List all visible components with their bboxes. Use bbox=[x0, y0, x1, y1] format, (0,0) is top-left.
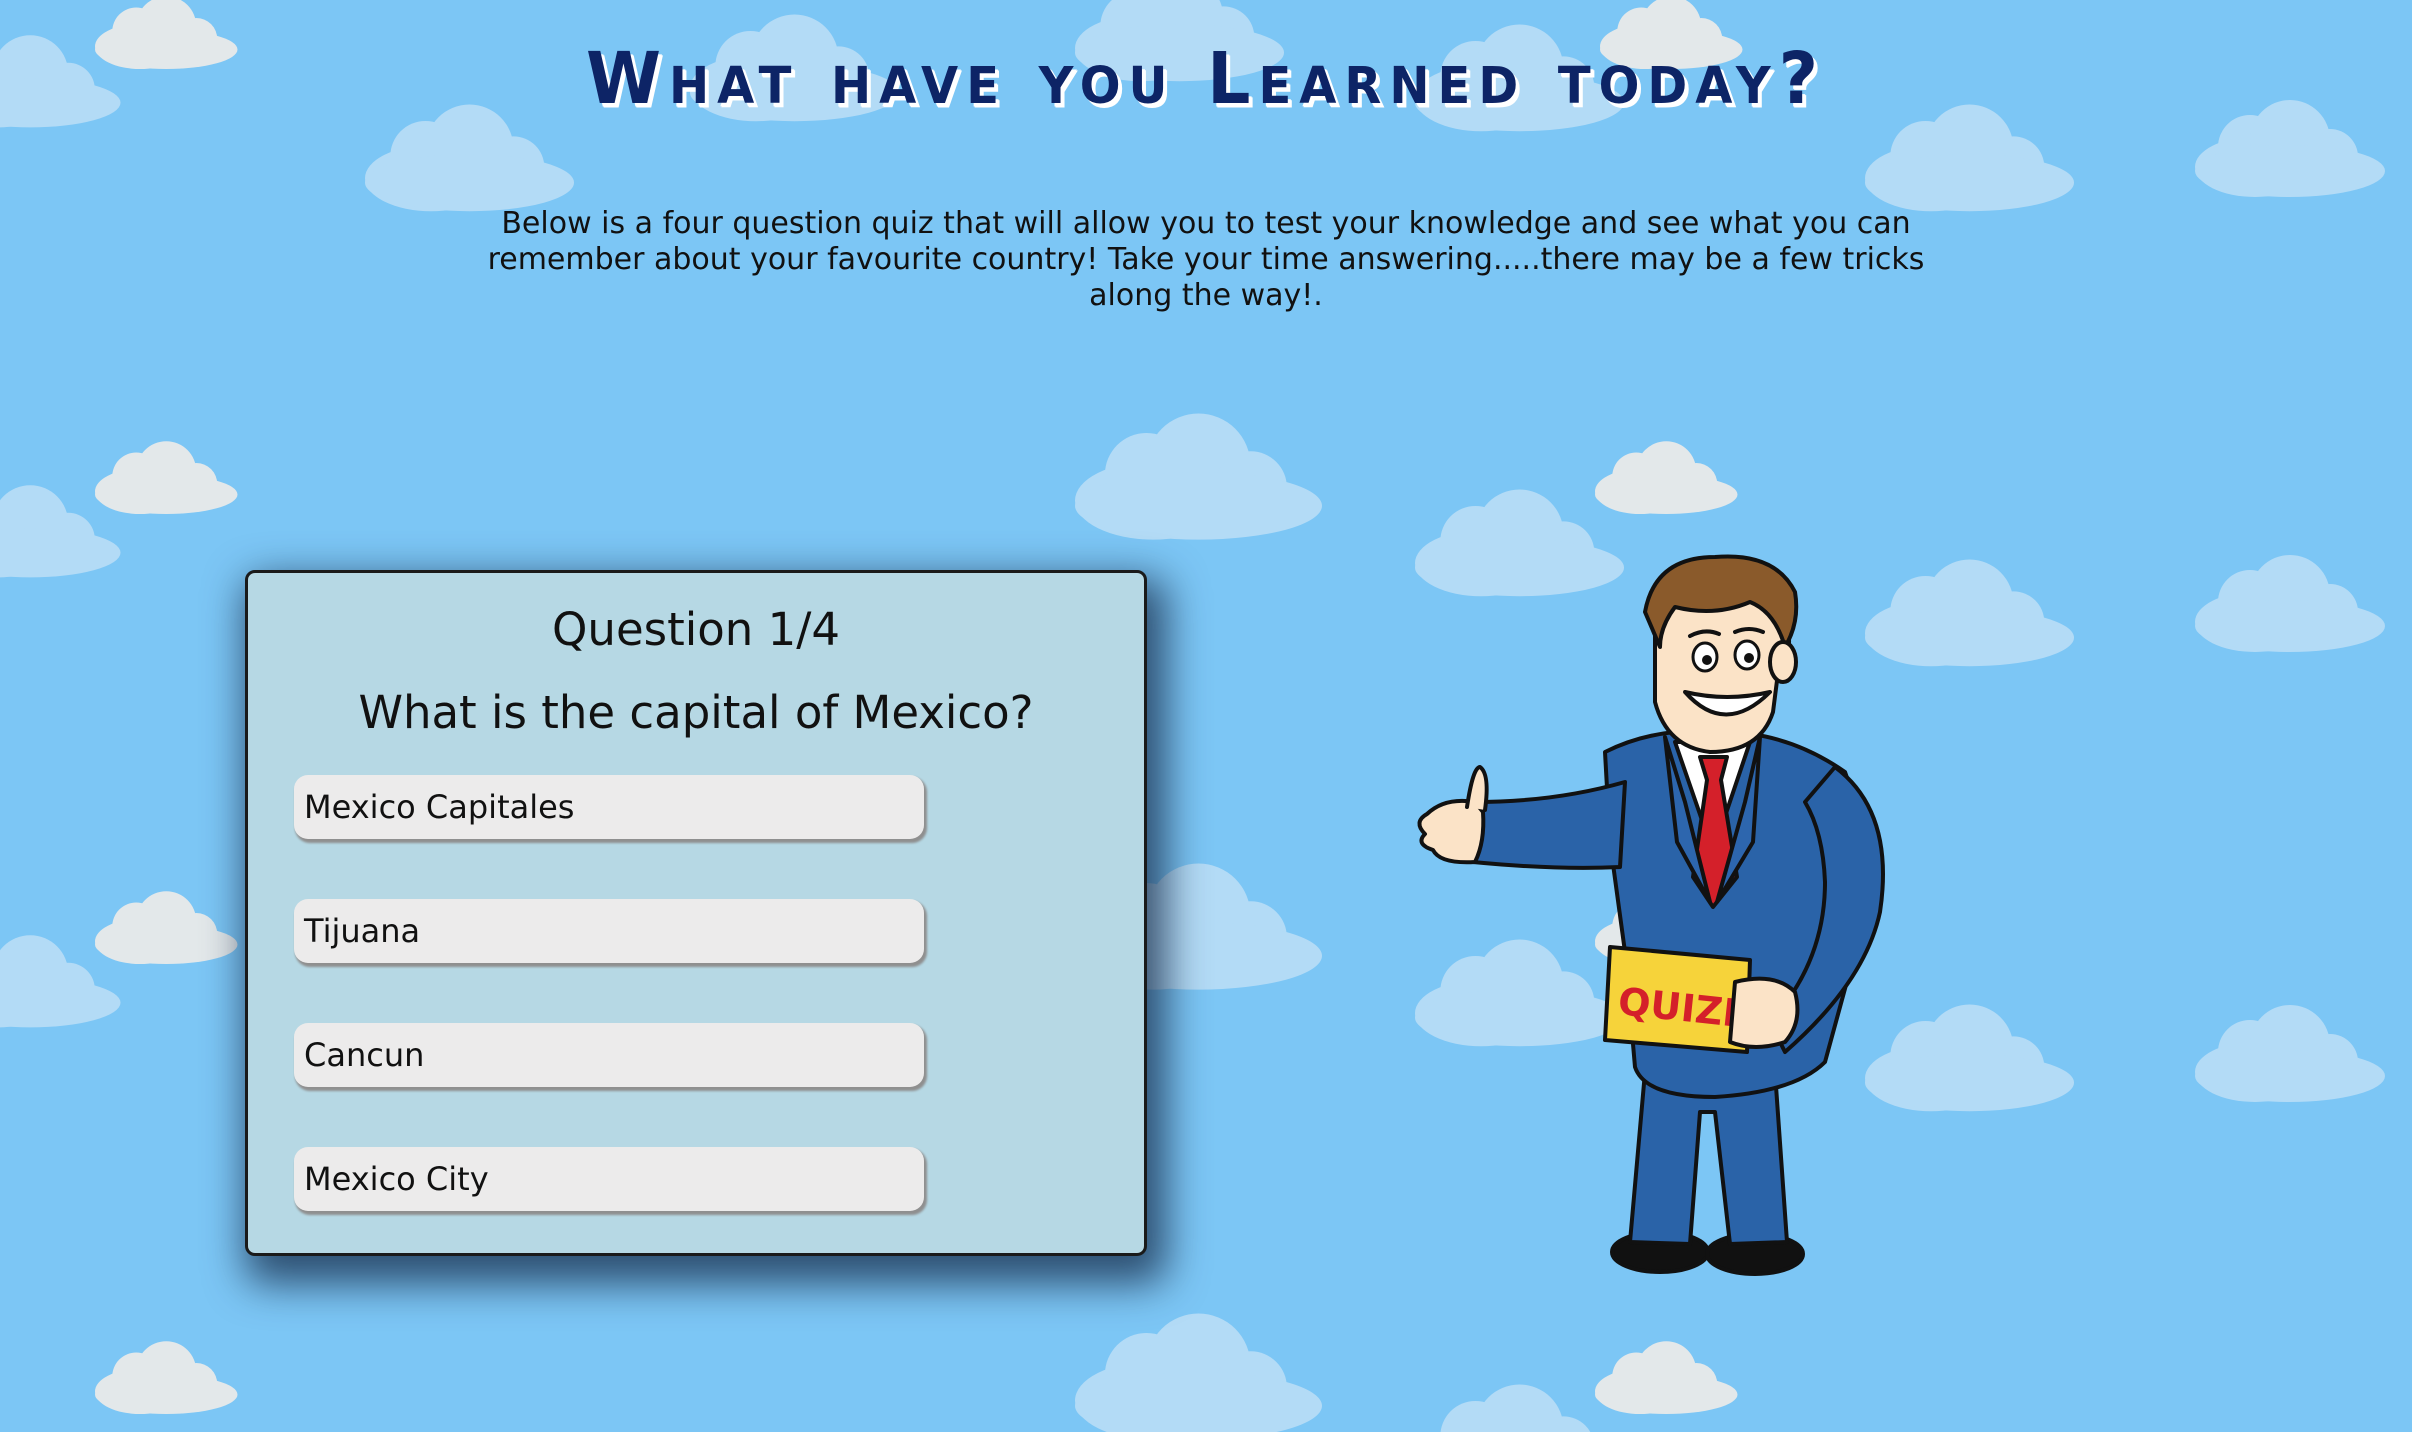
intro-text: Below is a four question quiz that will … bbox=[487, 206, 1925, 313]
answer-button-3[interactable]: Cancun bbox=[294, 1023, 924, 1087]
answer-button-1[interactable]: Mexico Capitales bbox=[294, 775, 924, 839]
question-text: What is the capital of Mexico? bbox=[358, 686, 1034, 739]
quiz-host-illustration: QUIZM bbox=[1417, 554, 1885, 1276]
answer-list: Mexico Capitales Tijuana Cancun Mexico C… bbox=[294, 775, 924, 1271]
answer-button-2[interactable]: Tijuana bbox=[294, 899, 924, 963]
page-title: What have you Learned today? bbox=[585, 38, 1827, 121]
question-counter: Question 1/4 bbox=[552, 603, 840, 656]
answer-button-4[interactable]: Mexico City bbox=[294, 1147, 924, 1211]
quiz-card: Question 1/4 What is the capital of Mexi… bbox=[245, 570, 1147, 1256]
